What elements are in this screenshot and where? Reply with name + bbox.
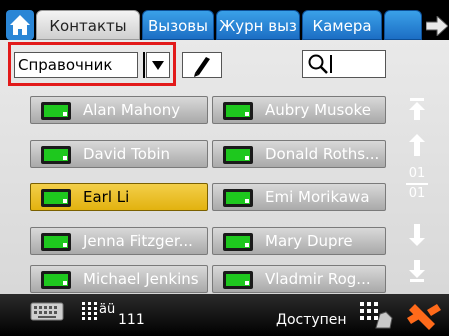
tab-calls-label: Вызовы: [148, 17, 208, 35]
page-current: 01: [408, 166, 426, 181]
contact-name: Emi Morikawa: [265, 188, 370, 206]
keyboard-icon[interactable]: [30, 300, 64, 322]
keypad-text: äü: [99, 302, 116, 317]
search-icon: [308, 54, 328, 74]
presence-available-icon: [41, 271, 71, 289]
contact-name: Mary Dupre: [265, 232, 353, 250]
presence-available-icon: [223, 271, 253, 289]
contact-name: Earl Li: [83, 188, 130, 206]
search-box[interactable]: [302, 50, 386, 78]
contact-item[interactable]: Jenna Fitzger...: [30, 227, 208, 255]
chevron-down-icon: [152, 61, 164, 70]
contact-name: Aubry Musoke: [265, 101, 371, 119]
contact-name: Vladmir Rog...: [265, 270, 371, 288]
contact-item[interactable]: Emi Morikawa: [212, 183, 386, 211]
page-indicator: 01 01: [403, 167, 431, 201]
hangup-icon[interactable]: [405, 300, 445, 330]
tab-contacts[interactable]: Контакты: [36, 10, 140, 40]
tab-calls[interactable]: Вызовы: [142, 10, 214, 40]
contact-item[interactable]: Michael Jenkins: [30, 265, 208, 293]
tab-camera[interactable]: Камера: [302, 10, 382, 40]
contact-item[interactable]: Vladmir Rog...: [212, 265, 386, 293]
contact-item[interactable]: David Tobin: [30, 140, 208, 168]
scroll-bottom-icon[interactable]: [403, 258, 431, 284]
presence-available-icon: [41, 233, 71, 251]
pencil-icon: [194, 57, 210, 77]
presence-available-icon: [223, 146, 253, 164]
directory-select-value: Справочник: [18, 56, 113, 74]
presence-available-icon: [41, 146, 71, 164]
contact-name: David Tobin: [83, 145, 171, 163]
contact-item[interactable]: Donald Roths...: [212, 140, 386, 168]
keypad-icon: [82, 302, 97, 320]
page-total: 01: [408, 186, 426, 201]
edit-button[interactable]: [182, 52, 222, 78]
extension-number: 111: [118, 312, 145, 328]
tab-camera-label: Камера: [312, 17, 372, 35]
contact-item[interactable]: Aubry Musoke: [212, 96, 386, 124]
arrow-right-icon[interactable]: [426, 16, 448, 36]
scroll-top-icon[interactable]: [403, 96, 431, 122]
contact-item[interactable]: Earl Li: [30, 183, 208, 211]
scroll-up-icon[interactable]: [403, 132, 431, 158]
contact-item[interactable]: Mary Dupre: [212, 227, 386, 255]
presence-status-icon[interactable]: [360, 300, 396, 330]
presence-available-icon: [223, 102, 253, 120]
directory-select[interactable]: Справочник: [14, 52, 138, 78]
contact-name: Jenna Fitzger...: [83, 232, 193, 250]
home-icon[interactable]: [6, 10, 34, 40]
tab-more[interactable]: [384, 10, 422, 40]
tab-contacts-label: Контакты: [49, 17, 127, 35]
presence-status: Доступен: [276, 312, 347, 328]
keypad-button[interactable]: äü: [82, 300, 116, 330]
select-divider: [143, 52, 145, 78]
search-caret: [330, 55, 332, 73]
dropdown-arrow-button[interactable]: [146, 52, 170, 78]
page-divider: [406, 183, 428, 185]
contact-name: Michael Jenkins: [83, 270, 199, 288]
presence-available-icon: [223, 189, 253, 207]
scroll-down-icon[interactable]: [403, 222, 431, 248]
presence-available-icon: [41, 189, 71, 207]
presence-available-icon: [223, 233, 253, 251]
contact-name: Alan Mahony: [83, 101, 181, 119]
contact-name: Donald Roths...: [265, 145, 380, 163]
tab-bar: Контакты Вызовы Журн выз Камера: [0, 0, 449, 44]
tab-call-log[interactable]: Журн выз: [216, 10, 300, 40]
tab-call-log-label: Журн выз: [219, 17, 297, 35]
presence-available-icon: [41, 102, 71, 120]
contact-item[interactable]: Alan Mahony: [30, 96, 208, 124]
